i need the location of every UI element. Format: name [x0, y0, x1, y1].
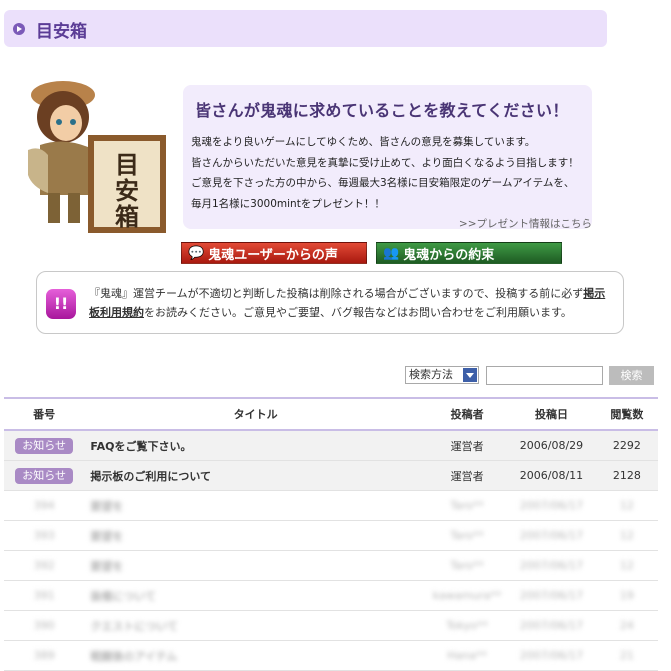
notice-text: 『鬼魂』運営チームが不適切と判断した投稿は削除される場合がございますので、投稿す… [89, 284, 615, 322]
banner-headline: 皆さんが鬼魂に求めていることを教えてください！ [195, 101, 569, 120]
post-date: 2007/06/17 [507, 610, 596, 641]
user-voices-label: 鬼魂ユーザーからの声 [208, 247, 338, 263]
post-views: 21 [595, 640, 658, 671]
col-views: 閲覧数 [595, 397, 658, 431]
promise-button[interactable]: 👥 鬼魂からの約束 [376, 242, 562, 264]
post-number: 389 [4, 640, 85, 671]
table-row[interactable]: 394 要望を Taro** 2007/06/17 12 [4, 490, 658, 521]
post-number: 393 [4, 520, 85, 551]
table-row[interactable]: お知らせ FAQをご覧下さい。 運営者 2006/08/29 2292 [4, 430, 658, 461]
post-date: 2007/06/17 [507, 520, 596, 551]
post-date: 2006/08/29 [507, 430, 596, 461]
post-number: 390 [4, 610, 85, 641]
page-title: 目安箱 [36, 22, 87, 42]
post-title[interactable]: FAQをご覧下さい。 [84, 430, 427, 461]
search-input[interactable] [486, 366, 603, 385]
svg-text:目: 目 [115, 150, 139, 179]
user-voices-button[interactable]: 💬 鬼魂ユーザーからの声 [181, 242, 367, 264]
promise-label: 鬼魂からの約束 [403, 247, 495, 263]
post-author: Hana** [426, 640, 508, 671]
post-author: Tokyo** [426, 610, 508, 641]
chevron-down-icon[interactable] [463, 368, 477, 382]
post-author: Taro** [426, 550, 508, 581]
post-views: 2128 [595, 460, 658, 491]
table-row[interactable]: 391 装備について kawamura** 2007/06/17 19 [4, 580, 658, 611]
post-number: 392 [4, 550, 85, 581]
col-date: 投稿日 [507, 397, 596, 431]
svg-text:安: 安 [115, 176, 139, 205]
bullet-icon [13, 23, 25, 35]
post-title[interactable]: クエストについて [84, 610, 427, 641]
post-title[interactable]: 要望を [84, 520, 427, 551]
col-author: 投稿者 [426, 397, 508, 431]
post-views: 24 [595, 610, 658, 641]
post-views: 12 [595, 520, 658, 551]
post-date: 2007/06/17 [507, 490, 596, 521]
post-date: 2006/08/11 [507, 460, 596, 491]
speech-bubble-icon: 💬 [188, 245, 205, 261]
post-number: 394 [4, 490, 85, 521]
table-row[interactable]: 393 要望を Taro** 2007/06/17 12 [4, 520, 658, 551]
post-title[interactable]: 要望を [84, 490, 427, 521]
post-author: Taro** [426, 520, 508, 551]
notice-badge: お知らせ [15, 467, 74, 484]
banner-line: ご意見を下さった方の中から、毎週最大3名様に目安箱限定のゲームアイテムを、 [191, 177, 575, 189]
table-row[interactable]: 390 クエストについて Tokyo** 2007/06/17 24 [4, 610, 658, 641]
post-author: kawamura** [426, 580, 508, 611]
info-banner: 皆さんが鬼魂に求めていることを教えてください！ 鬼魂をより良いゲームにしてゆくた… [183, 85, 592, 231]
warning-icon: !! [46, 289, 76, 319]
search-method-label: 検索方法 [409, 368, 453, 381]
post-author: 運営者 [426, 430, 508, 461]
col-number: 番号 [4, 397, 85, 431]
post-date: 2007/06/17 [507, 550, 596, 581]
notice-text-post: をお読みください。ご意見やご要望、バグ報告などはお問い合わせをご利用願います。 [144, 306, 572, 319]
post-date: 2007/06/17 [507, 580, 596, 611]
post-views: 12 [595, 550, 658, 581]
table-row[interactable]: 389 戦闘後のアイテム Hana** 2007/06/17 21 [4, 640, 658, 671]
table-row[interactable]: お知らせ 掲示板のご利用について 運営者 2006/08/11 2128 [4, 460, 658, 491]
post-title[interactable]: 戦闘後のアイテム [84, 640, 427, 671]
col-title: タイトル [84, 397, 427, 431]
banner-line: 毎月1名様に3000mintをプレゼント！！ [191, 197, 385, 210]
post-title[interactable]: 装備について [84, 580, 427, 611]
posts-table: 番号 タイトル 投稿者 投稿日 閲覧数 お知らせ FAQをご覧下さい。 運営者 … [4, 397, 658, 671]
present-info-link[interactable]: >>プレゼント情報はこちら [459, 216, 592, 231]
page-header: 目安箱 [4, 10, 607, 47]
post-author: Taro** [426, 490, 508, 521]
post-views: 19 [595, 580, 658, 611]
post-author: 運営者 [426, 460, 508, 491]
table-header-row: 番号 タイトル 投稿者 投稿日 閲覧数 [4, 397, 658, 431]
banner-line: 鬼魂をより良いゲームにしてゆくため、皆さんの意見を募集しています。 [191, 136, 536, 148]
table-row[interactable]: 392 要望を Taro** 2007/06/17 12 [4, 550, 658, 581]
banner-line: 皆さんからいただいた意見を真摯に受け止めて、より面白くなるよう目指します！ [191, 156, 579, 169]
post-number: 391 [4, 580, 85, 611]
post-views: 12 [595, 490, 658, 521]
post-title[interactable]: 要望を [84, 550, 427, 581]
search-button[interactable]: 検索 [609, 366, 654, 385]
notice-badge: お知らせ [15, 437, 74, 454]
post-title[interactable]: 掲示板のご利用について [84, 460, 427, 491]
notice-text-pre: 『鬼魂』運営チームが不適切と判断した投稿は削除される場合がございますので、投稿す… [89, 287, 584, 300]
post-views: 2292 [595, 430, 658, 461]
mascot-character-illustration: 目 安 箱 [28, 81, 166, 233]
post-date: 2007/06/17 [507, 640, 596, 671]
search-method-select[interactable]: 検索方法 [405, 366, 479, 384]
svg-text:箱: 箱 [115, 202, 139, 231]
notice-box: !! 『鬼魂』運営チームが不適切と判断した投稿は削除される場合がございますので、… [36, 271, 624, 334]
people-icon: 👥 [383, 245, 400, 261]
